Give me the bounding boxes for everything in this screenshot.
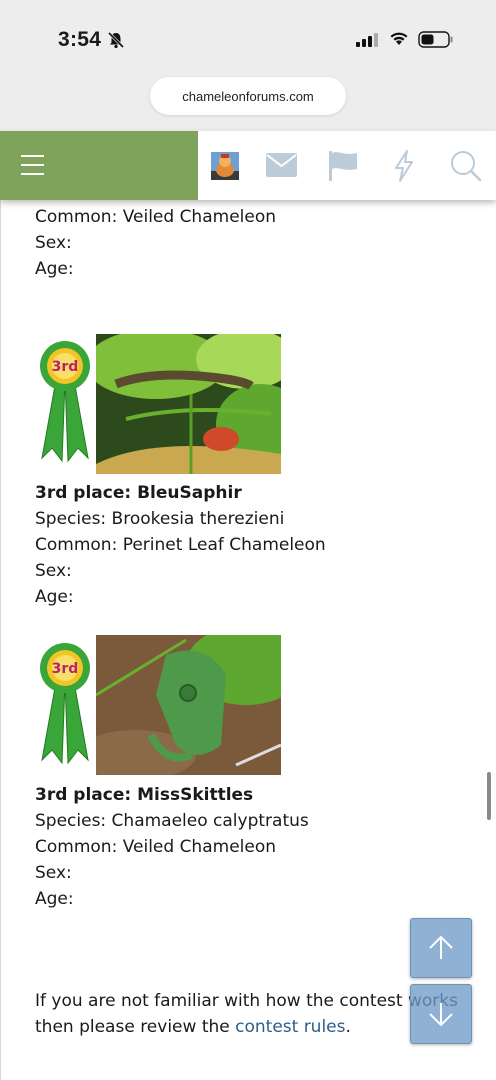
envelope-icon[interactable]: [266, 153, 297, 177]
cellular-signal-icon: [356, 33, 378, 47]
footer-note-line1: If you are not familiar with how the con…: [35, 991, 458, 1011]
user-avatar[interactable]: [211, 152, 239, 180]
third-place-ribbon-icon: 3rd: [40, 643, 90, 765]
status-bar: 3:54: [0, 0, 496, 70]
scroll-to-bottom-button[interactable]: [410, 984, 472, 1044]
arrow-down-icon: [429, 1003, 453, 1027]
battery-icon: [418, 31, 453, 48]
ribbon-label: 3rd: [52, 661, 79, 677]
footer-note-line2: then please review the contest rules.: [35, 1017, 351, 1037]
entry-common: Common: Veiled Chameleon: [35, 837, 277, 857]
forum-nav-bar: [0, 131, 496, 200]
address-bar-url: chameleonforums.com: [182, 88, 314, 104]
entry-species: Species: Chamaeleo calyptratus: [35, 811, 309, 831]
scrollbar[interactable]: [487, 772, 491, 820]
entry-age: Age:: [35, 889, 74, 909]
ribbon-label: 3rd: [52, 359, 79, 375]
chameleon-photo[interactable]: [96, 334, 281, 474]
entry-common: Common: Veiled Chameleon: [35, 207, 277, 227]
arrow-up-icon: [429, 935, 453, 959]
address-bar[interactable]: chameleonforums.com: [150, 77, 346, 115]
wifi-icon: [390, 32, 408, 45]
entry-age: Age:: [35, 259, 74, 279]
flag-icon[interactable]: [328, 150, 358, 182]
entry-title: 3rd place: MissSkittles: [35, 785, 254, 805]
entry-sex: Sex:: [35, 863, 72, 883]
search-icon[interactable]: [450, 150, 482, 182]
menu-button[interactable]: [0, 131, 198, 200]
entry-common: Common: Perinet Leaf Chameleon: [35, 535, 326, 555]
chameleon-photo[interactable]: [96, 635, 281, 775]
lightning-icon[interactable]: [393, 150, 415, 182]
entry-age: Age:: [35, 587, 74, 607]
entry-sex: Sex:: [35, 233, 72, 253]
contest-rules-link[interactable]: contest rules: [235, 1017, 345, 1037]
bell-muted-icon: [107, 31, 125, 49]
status-time: 3:54: [58, 28, 102, 51]
entry-title: 3rd place: BleuSaphir: [35, 483, 242, 503]
entry-sex: Sex:: [35, 561, 72, 581]
hamburger-icon: [21, 155, 44, 157]
entry-species: Species: Brookesia therezieni: [35, 509, 285, 529]
avatar-image: [211, 152, 239, 180]
scroll-to-top-button[interactable]: [410, 918, 472, 978]
third-place-ribbon-icon: 3rd: [40, 341, 90, 463]
